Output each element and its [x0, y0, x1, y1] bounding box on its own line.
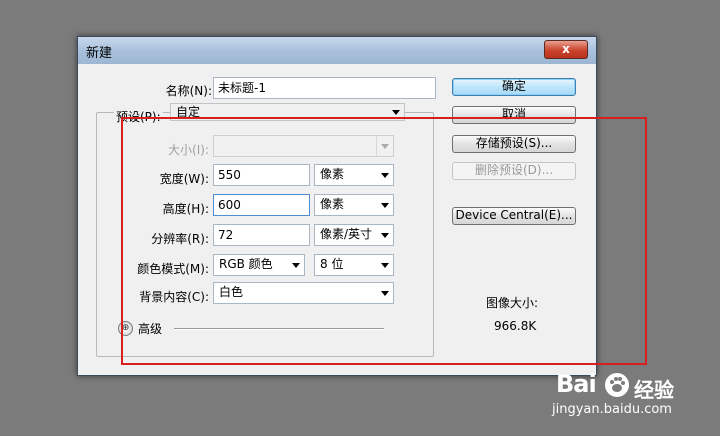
dialog-title: 新建	[86, 46, 113, 61]
name-label: 名称(N):	[165, 84, 212, 98]
baidu-logo-text: Bai	[556, 370, 597, 398]
title-bar[interactable]: 新建 x	[78, 37, 596, 64]
close-button[interactable]: x	[544, 40, 588, 59]
ok-button[interactable]: 确定	[452, 78, 576, 96]
watermark-url: jingyan.baidu.com	[552, 402, 672, 417]
chevron-down-icon	[392, 110, 400, 115]
name-input[interactable]: 未标题-1	[213, 77, 436, 99]
paw-icon	[605, 373, 629, 397]
annotation-highlight-box	[121, 117, 647, 365]
baidu-jingyan-brand: 经验	[634, 378, 674, 402]
